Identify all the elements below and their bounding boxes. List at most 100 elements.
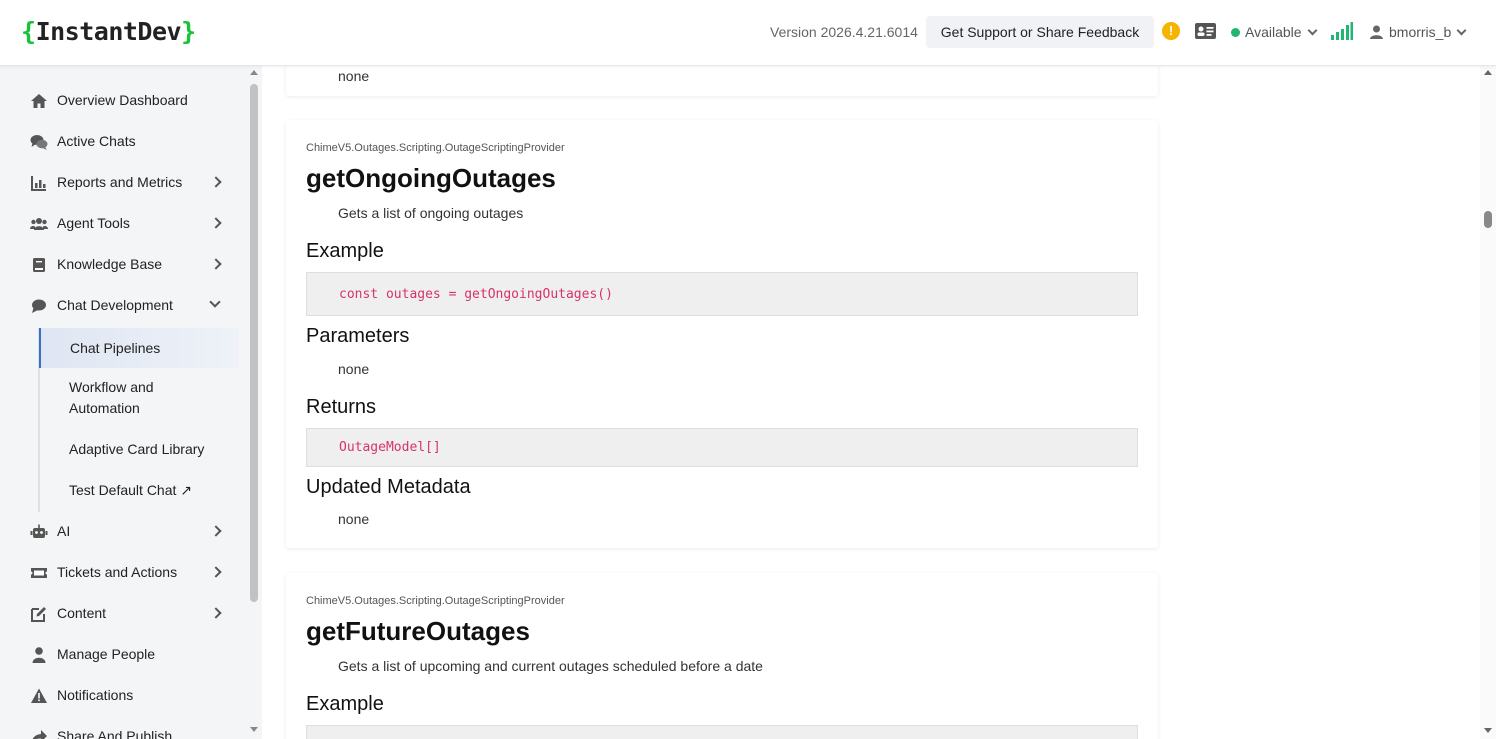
logo-bracket-open: { [21,17,36,46]
sidebar-item-ai[interactable]: AI [0,513,247,551]
availability-dropdown[interactable]: Available [1231,24,1318,40]
sidebar-item-knowledge-base[interactable]: Knowledge Base [0,246,247,284]
chevron-right-icon [210,607,222,619]
sidebar-item-overview-dashboard[interactable]: Overview Dashboard [0,82,247,120]
function-namespace: ChimeV5.Outages.Scripting.OutageScriptin… [306,142,565,154]
sidebar-subitem-label: Workflow and Automation [69,379,154,416]
support-feedback-button[interactable]: Get Support or Share Feedback [926,16,1154,48]
user-icon [1370,25,1383,39]
book-icon [33,258,45,272]
function-name: getFutureOutages [306,616,530,646]
sidebar-item-tickets-and-actions[interactable]: Tickets and Actions [0,554,247,592]
home-icon [31,94,47,108]
sidebar-item-agent-tools[interactable]: Agent Tools [0,205,247,243]
logo-text: InstantDev [35,17,182,46]
warning-icon [31,688,47,703]
function-name: getOngoingOutages [306,163,556,193]
function-card-partial: none [286,66,1158,96]
returns-code-text: OutageModel[] [339,440,441,455]
metadata-heading: Updated Metadata [306,476,471,498]
comment-icon [32,299,46,313]
chevron-right-icon [210,176,222,188]
sidebar: Overview Dashboard Active Chats Reports … [0,66,247,739]
scroll-up-arrow-icon[interactable] [1484,70,1492,75]
user-menu[interactable]: bmorris_b [1370,24,1467,40]
sidebar-item-manage-people[interactable]: Manage People [0,636,247,674]
sidebar-subitem-chat-pipelines[interactable]: Chat Pipelines [39,328,239,368]
signal-strength-icon [1331,22,1353,40]
scroll-down-arrow-icon[interactable] [250,727,258,732]
username-label: bmorris_b [1389,24,1452,40]
sidebar-item-active-chats[interactable]: Active Chats [0,123,247,161]
chevron-right-icon [210,566,222,578]
status-label: Available [1245,24,1302,40]
alert-icon[interactable]: ! [1162,22,1180,40]
id-card-icon[interactable] [1195,23,1216,39]
example-heading: Example [306,240,384,262]
sidebar-subitem-label: Test Default Chat ↗ [69,482,193,498]
example-code-text: const outages = getOngoingOutages() [339,287,613,302]
scroll-up-arrow-icon[interactable] [250,70,258,75]
chevron-right-icon [210,525,222,537]
ticket-icon [31,568,47,578]
chat-bubbles-icon [30,135,48,150]
chevron-down-icon [209,296,221,308]
function-description: Gets a list of ongoing outages [338,205,524,221]
robot-icon [30,524,48,538]
card-partial-text: none [338,68,370,84]
sidebar-subitem-adaptive-card-library[interactable]: Adaptive Card Library [40,438,240,462]
bar-chart-icon [31,176,46,191]
sidebar-scrollbar-thumb[interactable] [250,84,258,602]
sidebar-item-label: Tickets and Actions [57,564,178,580]
sidebar-item-label: Share And Publish [57,728,173,739]
sidebar-item-label: Chat Development [57,297,173,313]
sidebar-item-label: Content [57,605,107,621]
sidebar-item-notifications[interactable]: Notifications [0,677,247,715]
sidebar-item-label: Active Chats [57,133,136,149]
sidebar-subitem-test-default-chat[interactable]: Test Default Chat ↗ [40,479,240,503]
parameters-heading: Parameters [306,325,410,347]
status-dot-icon [1231,28,1240,37]
version-label: Version 2026.4.21.6014 [770,24,918,40]
sidebar-subitem-workflow-automation[interactable]: Workflow and Automation [40,376,240,422]
top-header: {InstantDev} Version 2026.4.21.6014 Get … [0,0,1496,66]
chevron-down-icon [1307,25,1318,36]
returns-code-block: OutageModel[] [306,428,1138,467]
instantdev-logo[interactable]: {InstantDev} [21,17,196,46]
function-description: Gets a list of upcoming and current outa… [338,658,763,674]
example-code-block [306,725,1138,739]
example-heading: Example [306,693,384,715]
logo-bracket-close: } [181,17,196,46]
function-card: ChimeV5.Outages.Scripting.OutageScriptin… [286,573,1158,739]
returns-heading: Returns [306,396,377,418]
main-scrollbar[interactable] [1480,66,1496,739]
chevron-right-icon [210,217,222,229]
share-icon [32,730,47,739]
sidebar-item-label: Knowledge Base [57,256,163,272]
sidebar-item-reports-and-metrics[interactable]: Reports and Metrics [0,164,247,202]
example-code-block: const outages = getOngoingOutages() [306,272,1138,316]
person-icon [32,647,46,663]
metadata-value: none [338,511,370,527]
sidebar-item-label: AI [57,523,71,539]
sidebar-item-share-and-publish[interactable]: Share And Publish [0,718,247,739]
edit-icon [31,607,46,622]
sidebar-item-label: Reports and Metrics [57,174,183,190]
function-namespace: ChimeV5.Outages.Scripting.OutageScriptin… [306,595,565,607]
parameters-value: none [338,361,370,377]
main-content: none ChimeV5.Outages.Scripting.OutageScr… [262,66,1480,739]
sidebar-item-label: Overview Dashboard [57,92,188,108]
function-card: ChimeV5.Outages.Scripting.OutageScriptin… [286,120,1158,548]
sidebar-item-content[interactable]: Content [0,595,247,633]
sidebar-item-label: Agent Tools [57,215,130,231]
sidebar-subitem-label: Adaptive Card Library [69,441,205,457]
sidebar-item-label: Manage People [57,646,156,662]
users-icon [30,218,48,230]
scroll-down-arrow-icon[interactable] [1484,728,1492,733]
sidebar-subitem-label: Chat Pipelines [70,340,161,356]
chevron-right-icon [210,258,222,270]
chevron-down-icon [1456,25,1467,36]
sidebar-item-chat-development[interactable]: Chat Development [0,287,247,325]
sidebar-item-label: Notifications [57,687,134,703]
main-scrollbar-thumb[interactable] [1484,211,1492,228]
